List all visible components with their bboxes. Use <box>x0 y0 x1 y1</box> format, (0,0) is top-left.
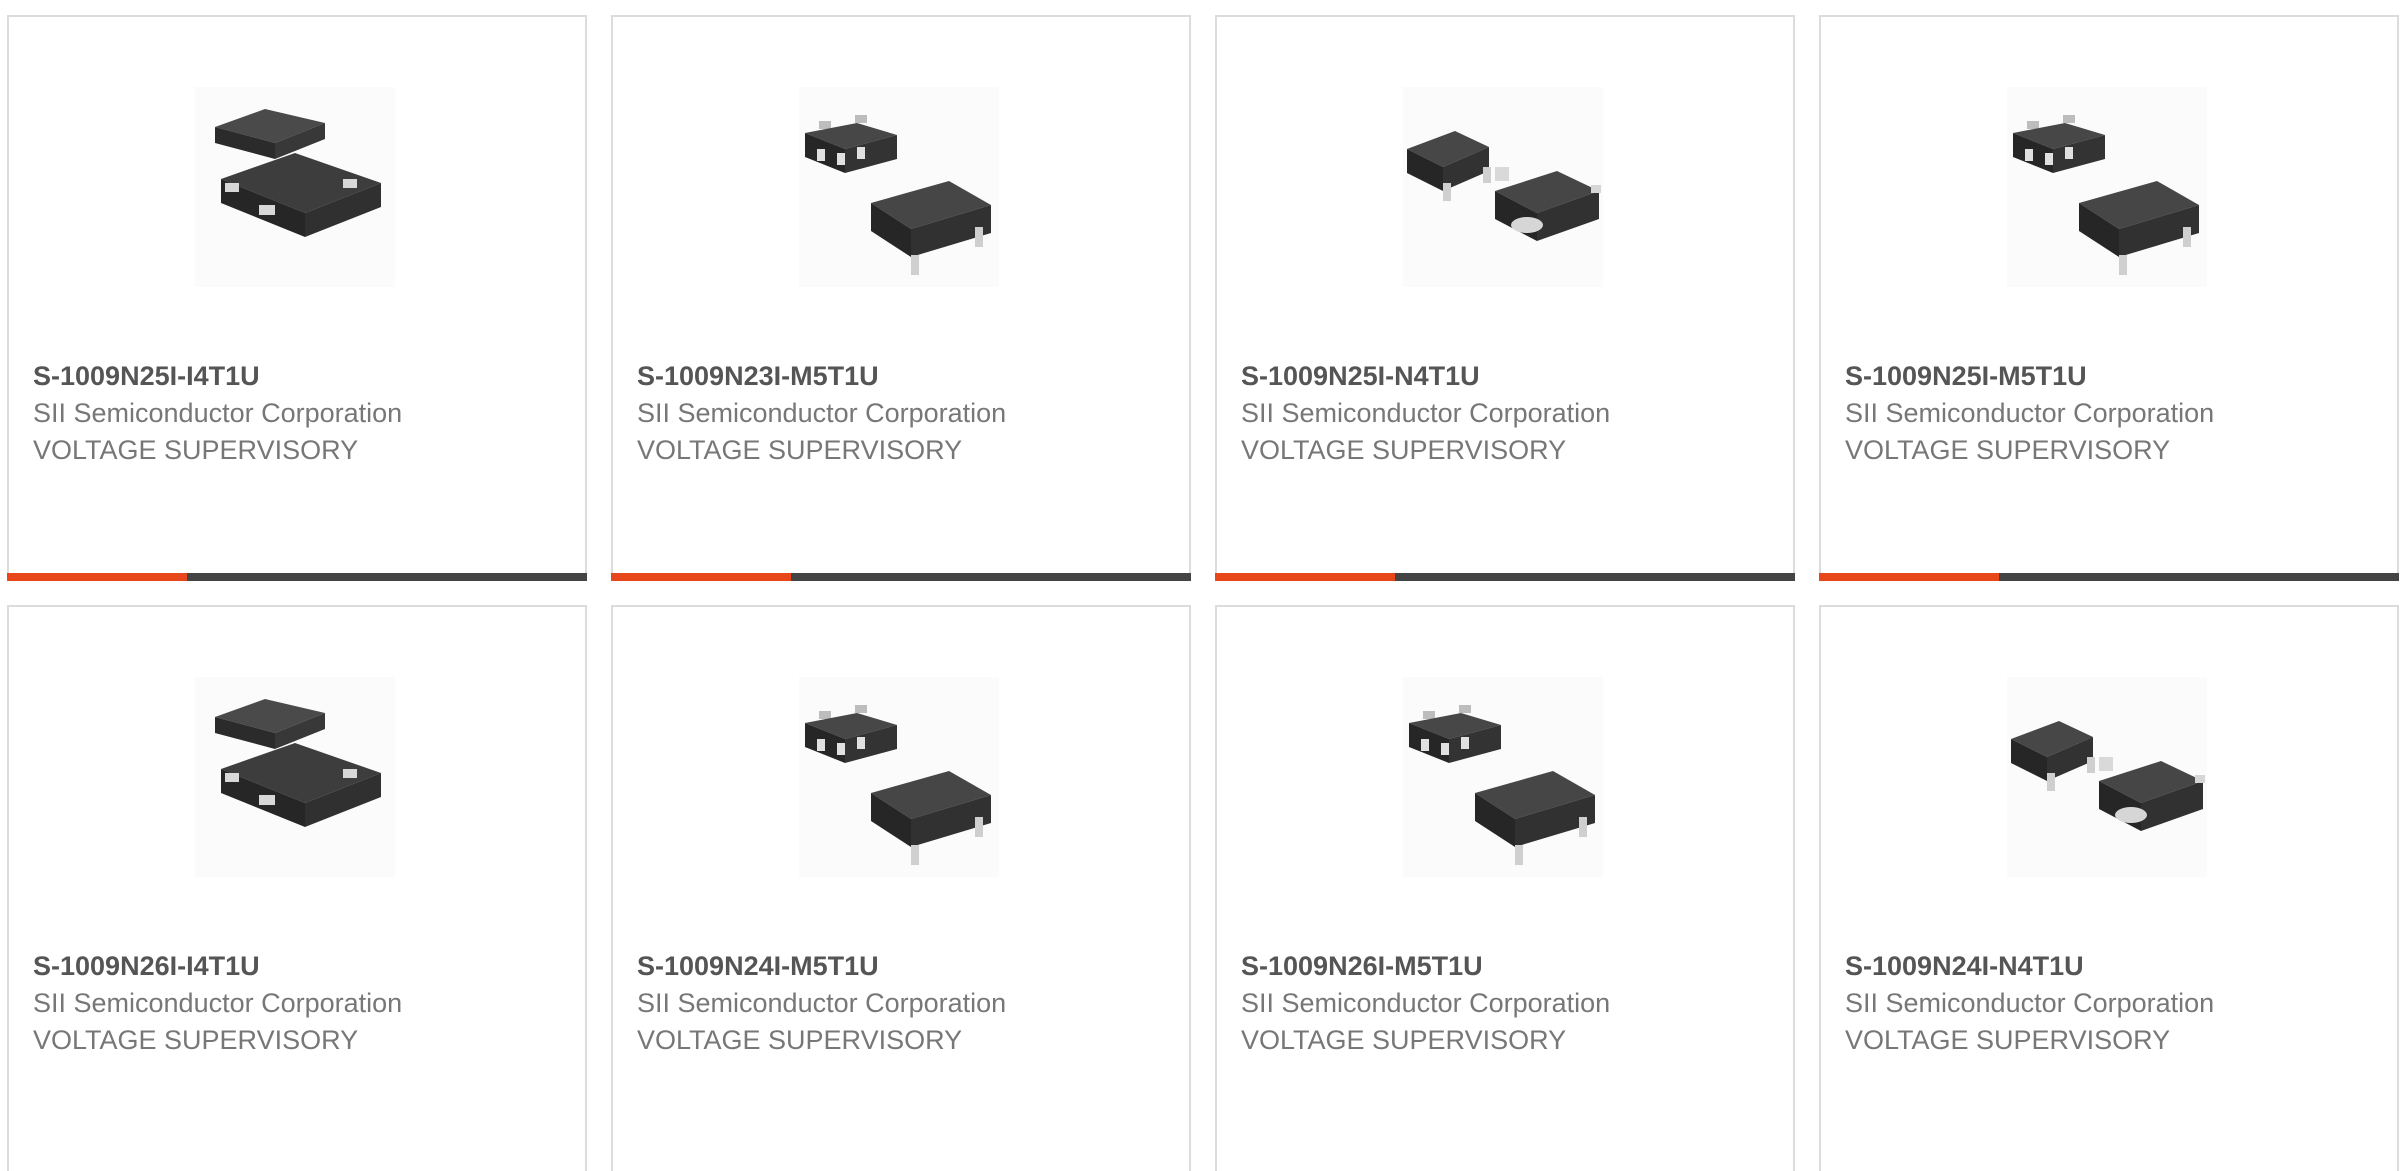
product-description: VOLTAGE SUPERVISORY <box>1241 1025 1567 1055</box>
product-card[interactable]: S-1009N23I-M5T1U SII Semiconductor Corpo… <box>611 15 1191 581</box>
part-number[interactable]: S-1009N26I-M5T1U <box>1241 947 1769 985</box>
manufacturer-name: SII Semiconductor Corporation <box>637 398 1007 428</box>
manufacturer-name: SII Semiconductor Corporation <box>1845 398 2215 428</box>
product-description: VOLTAGE SUPERVISORY <box>33 435 359 465</box>
product-card[interactable]: S-1009N24I-N4T1U SII Semiconductor Corpo… <box>1819 605 2399 1171</box>
sot-23-5-package-icon[interactable] <box>1403 677 1603 877</box>
product-grid: S-1009N25I-I4T1U SII Semiconductor Corpo… <box>7 15 2400 1171</box>
sc-82ab-package-icon[interactable] <box>1403 87 1603 287</box>
product-description: VOLTAGE SUPERVISORY <box>1845 435 2171 465</box>
sc-82ab-package-icon[interactable] <box>2007 677 2207 877</box>
card-accent-bar <box>1215 573 1395 581</box>
card-footer-bar <box>611 573 1191 581</box>
snt-4a-package-icon[interactable] <box>195 677 395 877</box>
product-description: VOLTAGE SUPERVISORY <box>637 435 963 465</box>
product-card[interactable]: S-1009N25I-M5T1U SII Semiconductor Corpo… <box>1819 15 2399 581</box>
product-card[interactable]: S-1009N25I-I4T1U SII Semiconductor Corpo… <box>7 15 587 581</box>
part-number[interactable]: S-1009N24I-N4T1U <box>1845 947 2373 985</box>
product-card[interactable]: S-1009N26I-M5T1U SII Semiconductor Corpo… <box>1215 605 1795 1171</box>
card-accent-bar <box>611 573 791 581</box>
manufacturer-name: SII Semiconductor Corporation <box>1241 398 1611 428</box>
part-number[interactable]: S-1009N25I-N4T1U <box>1241 357 1769 395</box>
product-description: VOLTAGE SUPERVISORY <box>1845 1025 2171 1055</box>
card-footer-bar <box>1819 573 2399 581</box>
product-description: VOLTAGE SUPERVISORY <box>1241 435 1567 465</box>
manufacturer-name: SII Semiconductor Corporation <box>33 398 403 428</box>
manufacturer-name: SII Semiconductor Corporation <box>1845 988 2215 1018</box>
sot-23-5-package-icon[interactable] <box>799 677 999 877</box>
part-number[interactable]: S-1009N23I-M5T1U <box>637 357 1165 395</box>
sot-23-5-package-icon[interactable] <box>799 87 999 287</box>
card-accent-bar <box>1819 573 1999 581</box>
manufacturer-name: SII Semiconductor Corporation <box>1241 988 1611 1018</box>
card-footer-bar <box>1215 573 1795 581</box>
product-card[interactable]: S-1009N25I-N4T1U SII Semiconductor Corpo… <box>1215 15 1795 581</box>
part-number[interactable]: S-1009N24I-M5T1U <box>637 947 1165 985</box>
part-number[interactable]: S-1009N26I-I4T1U <box>33 947 561 985</box>
product-card[interactable]: S-1009N24I-M5T1U SII Semiconductor Corpo… <box>611 605 1191 1171</box>
manufacturer-name: SII Semiconductor Corporation <box>33 988 403 1018</box>
product-description: VOLTAGE SUPERVISORY <box>637 1025 963 1055</box>
product-card[interactable]: S-1009N26I-I4T1U SII Semiconductor Corpo… <box>7 605 587 1171</box>
product-description: VOLTAGE SUPERVISORY <box>33 1025 359 1055</box>
sot-23-5-package-icon[interactable] <box>2007 87 2207 287</box>
card-accent-bar <box>7 573 187 581</box>
part-number[interactable]: S-1009N25I-M5T1U <box>1845 357 2373 395</box>
snt-4a-package-icon[interactable] <box>195 87 395 287</box>
card-footer-bar <box>7 573 587 581</box>
manufacturer-name: SII Semiconductor Corporation <box>637 988 1007 1018</box>
part-number[interactable]: S-1009N25I-I4T1U <box>33 357 561 395</box>
